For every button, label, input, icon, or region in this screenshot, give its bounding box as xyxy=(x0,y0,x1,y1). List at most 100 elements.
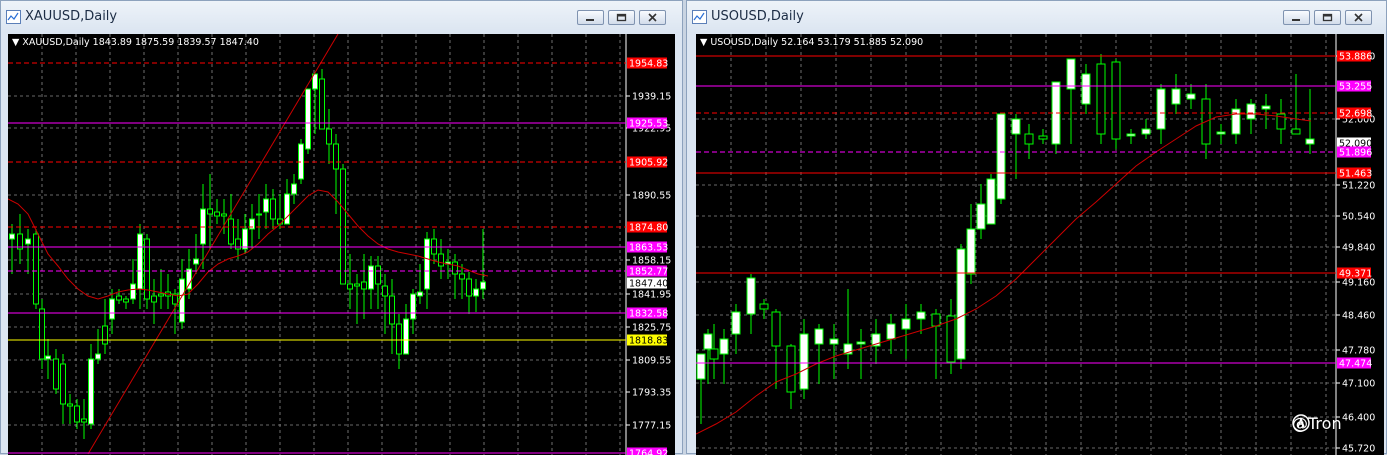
chart-window-icon xyxy=(692,10,707,24)
candle-body xyxy=(1217,132,1225,134)
candle-body xyxy=(397,324,402,354)
candle-body xyxy=(453,262,458,274)
candle-body xyxy=(110,299,115,319)
candle-body xyxy=(1247,104,1255,119)
price-tick-label: 45.720 xyxy=(1342,444,1375,455)
candle-body xyxy=(997,114,1005,199)
minimize-button[interactable] xyxy=(577,10,604,25)
candle-body xyxy=(1112,62,1120,139)
window-titlebar[interactable]: USOUSD,Daily xyxy=(687,1,1386,33)
chart-window-icon xyxy=(6,10,21,24)
candle-body xyxy=(215,212,220,216)
candle-body xyxy=(1142,129,1150,134)
price-tick-label: 47.100 xyxy=(1342,379,1375,390)
candle-body xyxy=(68,404,73,406)
candle-body xyxy=(229,219,234,244)
collapse-icon[interactable]: ▼ xyxy=(12,37,22,48)
level-label: 53.255 xyxy=(1339,82,1372,93)
candle-body xyxy=(75,406,80,422)
restore-button[interactable] xyxy=(1314,10,1341,25)
restore-button[interactable] xyxy=(608,10,635,25)
candle-body xyxy=(720,339,728,354)
candle-body xyxy=(369,266,374,289)
level-label: 1852.77 xyxy=(629,267,668,278)
candle-body xyxy=(1097,64,1105,134)
price-tick-label: 1890.55 xyxy=(632,191,671,202)
candle-body xyxy=(306,89,311,149)
candle-body xyxy=(362,282,367,289)
candle-body xyxy=(103,326,108,344)
chart-header: ▼ USOUSD,Daily 52.164 53.179 51.885 52.0… xyxy=(700,37,923,48)
xauusd-chart-window[interactable]: XAUUSD,Daily ▼ XAUUSD,Daily 1843.89 1875… xyxy=(0,0,683,454)
collapse-icon[interactable]: ▼ xyxy=(700,37,710,48)
chart-header-text: XAUUSD,Daily 1843.89 1875.59 1839.57 184… xyxy=(22,37,259,48)
close-button[interactable] xyxy=(639,10,666,25)
price-tick-label: 47.780 xyxy=(1342,346,1375,357)
candle-body xyxy=(815,329,823,344)
price-tick-label: 1809.55 xyxy=(632,356,671,367)
candle-body xyxy=(1172,89,1180,104)
candle-body xyxy=(760,304,768,309)
level-label: 1818.83 xyxy=(629,336,668,347)
candle-body xyxy=(474,289,479,296)
candle-body xyxy=(1306,139,1314,144)
candle-body xyxy=(222,214,227,216)
price-tick-label: 1777.15 xyxy=(632,421,671,432)
chart-header-text: USOUSD,Daily 52.164 53.179 51.885 52.090 xyxy=(710,37,923,48)
candle-body xyxy=(180,279,185,322)
chart-canvas: 1939.151922.951890.551858.151841.951825.… xyxy=(8,34,675,455)
close-button[interactable] xyxy=(1345,10,1372,25)
level-label: 51.896 xyxy=(1339,148,1372,159)
level-label: 1863.53 xyxy=(629,243,668,254)
candle-body xyxy=(320,79,325,129)
window-titlebar[interactable]: XAUUSD,Daily xyxy=(1,1,682,33)
candle-body xyxy=(348,284,353,289)
candle-body xyxy=(947,316,955,362)
price-chart[interactable]: ▼ USOUSD,Daily 52.164 53.179 51.885 52.0… xyxy=(696,34,1384,455)
price-tick-label: 49.840 xyxy=(1342,243,1375,254)
candle-body xyxy=(887,324,895,339)
candle-body xyxy=(1039,136,1047,139)
close-icon xyxy=(647,13,658,22)
candle-body xyxy=(697,354,705,379)
candle-body xyxy=(187,269,192,289)
level-label: 1832.58 xyxy=(629,309,668,320)
level-label: 51.463 xyxy=(1339,169,1372,180)
candle-body xyxy=(194,259,199,264)
price-tick-label: 46.400 xyxy=(1342,413,1375,424)
close-icon xyxy=(1353,13,1364,22)
candle-body xyxy=(710,349,718,359)
candle-body xyxy=(800,334,808,389)
candle-body xyxy=(732,312,740,334)
level-label: 1764.92 xyxy=(629,449,668,455)
candle-body xyxy=(467,279,472,296)
candle-body xyxy=(967,229,975,274)
price-tick-label: 1841.95 xyxy=(632,290,671,301)
candle-body xyxy=(1187,94,1195,99)
toutiao-logo-icon xyxy=(1292,414,1310,432)
usousd-chart-window[interactable]: USOUSD,Daily ▼ USOUSD,Daily 52.164 53.17… xyxy=(686,0,1387,454)
candle-body xyxy=(159,294,164,296)
candle-body xyxy=(46,356,51,359)
minimize-icon xyxy=(1291,13,1302,22)
window-title: XAUUSD,Daily xyxy=(25,9,117,24)
minimize-button[interactable] xyxy=(1283,10,1310,25)
candle-body xyxy=(271,199,276,219)
level-label: 53.886 xyxy=(1339,52,1372,63)
price-tick-label: 1825.75 xyxy=(632,323,671,334)
chart-header: ▼ XAUUSD,Daily 1843.89 1875.59 1839.57 1… xyxy=(12,37,259,48)
window-title: USOUSD,Daily xyxy=(711,9,804,24)
candle-body xyxy=(1012,119,1020,134)
candle-body xyxy=(1082,74,1090,104)
candle-body xyxy=(1262,106,1270,109)
candle-body xyxy=(411,294,416,319)
candle-body xyxy=(117,296,122,300)
candle-body xyxy=(82,419,87,422)
candle-body xyxy=(10,234,15,239)
candle-body xyxy=(152,296,157,302)
candle-body xyxy=(264,199,269,212)
watermark: @Tron xyxy=(1292,414,1342,433)
candle-body xyxy=(131,284,136,299)
candle-body xyxy=(1067,59,1075,89)
price-chart[interactable]: ▼ XAUUSD,Daily 1843.89 1875.59 1839.57 1… xyxy=(8,34,675,455)
